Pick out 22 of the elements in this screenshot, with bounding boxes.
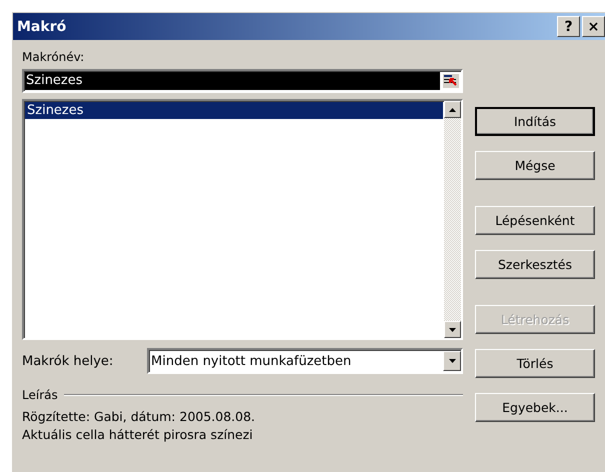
close-button[interactable]: × bbox=[582, 16, 605, 37]
macros-in-dropdown[interactable]: Minden nyitott munkafüzetben bbox=[147, 348, 463, 374]
window-title: Makró bbox=[17, 18, 68, 34]
field-label: Makrók helye: bbox=[22, 354, 114, 368]
dialog-button[interactable]: Egyebek... bbox=[475, 393, 595, 422]
dialog-button[interactable]: Indítás bbox=[475, 107, 595, 136]
dropdown-arrow-icon bbox=[448, 359, 456, 363]
help-button[interactable]: ? bbox=[557, 16, 580, 37]
range-select-icon[interactable] bbox=[442, 73, 460, 89]
group-label: Leírás bbox=[22, 388, 58, 402]
dialog-button[interactable]: Szerkesztés bbox=[475, 250, 595, 279]
scrollbar[interactable] bbox=[444, 101, 461, 338]
dialog-button[interactable]: Mégse bbox=[475, 151, 595, 180]
macro-name-field[interactable]: Szinezes bbox=[22, 69, 463, 93]
scroll-up-icon bbox=[449, 108, 456, 112]
dialog-button[interactable]: Lépésenként bbox=[475, 206, 595, 235]
description-text: Aktuális cella hátterét pirosra színezi bbox=[22, 427, 254, 442]
scroll-down-icon bbox=[449, 328, 456, 332]
dialog-button[interactable]: Törlés bbox=[475, 349, 595, 378]
macro-list-item[interactable]: Szinezes bbox=[25, 102, 443, 119]
description-text: Rögzítette: Gabi, dátum: 2005.08.08. bbox=[22, 409, 256, 424]
field-label: Makrónév: bbox=[22, 50, 86, 64]
